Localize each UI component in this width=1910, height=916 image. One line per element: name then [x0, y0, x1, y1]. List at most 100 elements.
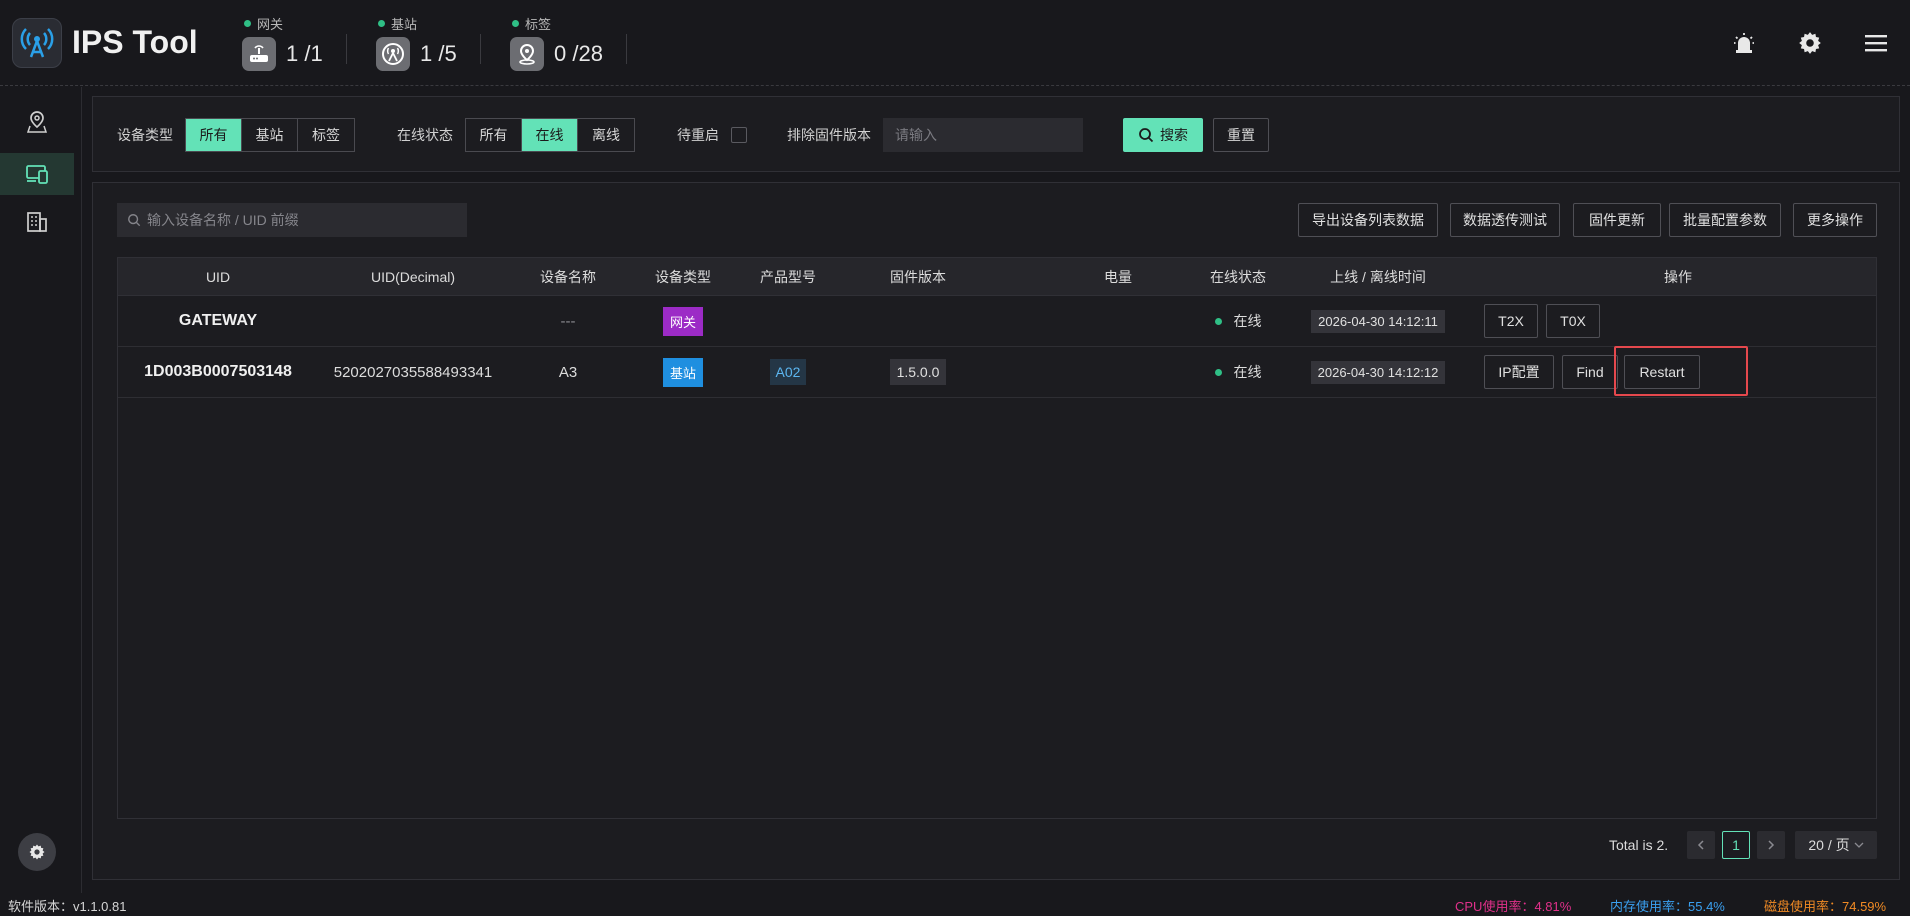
router-icon [242, 37, 276, 71]
cell-time: 2026-04-30 14:12:11 [1311, 309, 1445, 333]
col-status[interactable]: 在线状态 [1198, 258, 1278, 296]
search-button-label: 搜索 [1160, 127, 1188, 143]
exclude-fw-label: 排除固件版本 [787, 127, 871, 143]
devices-icon [26, 165, 48, 184]
memory-usage: 内存使用率：55.4% [1610, 899, 1725, 914]
online-offline[interactable]: 离线 [578, 119, 634, 151]
col-uid[interactable]: UID [118, 258, 318, 296]
stat-basestation-label: 基站 [391, 17, 418, 32]
col-actions: 操作 [1664, 269, 1692, 285]
search-button[interactable]: 搜索 [1123, 118, 1203, 152]
prev-page-button[interactable] [1687, 831, 1715, 859]
passthrough-test-button[interactable]: 数据透传测试 [1450, 203, 1560, 237]
online-dot [1214, 317, 1222, 325]
sidebar [0, 87, 82, 893]
online-dot [1214, 368, 1222, 376]
search-icon [128, 214, 141, 227]
sidebar-item-building[interactable] [0, 201, 74, 243]
type-badge-gateway: 网关 [662, 306, 703, 336]
type-badge-basestation: 基站 [662, 357, 703, 387]
app-logo [12, 18, 62, 68]
device-type-basestation[interactable]: 基站 [242, 119, 298, 151]
total-count: Total is 2. [1609, 837, 1669, 853]
alarm-icon[interactable] [1729, 28, 1759, 58]
table-header: UID UID(Decimal) 设备名称 设备类型 产品型号 固件版本 电量 … [118, 258, 1876, 296]
chevron-right-icon [1768, 840, 1775, 850]
reset-button[interactable]: 重置 [1213, 118, 1269, 152]
cell-uid: 1D003B0007503148 [144, 363, 292, 380]
more-actions-button[interactable]: 更多操作 [1793, 203, 1877, 237]
device-type-all[interactable]: 所有 [186, 119, 242, 151]
device-search-input[interactable] [147, 212, 457, 228]
menu-icon[interactable] [1861, 28, 1891, 58]
ip-config-button[interactable]: IP配置 [1484, 355, 1554, 389]
online-status-label: 在线状态 [397, 127, 453, 143]
online-online[interactable]: 在线 [522, 119, 578, 151]
device-panel: 导出设备列表数据 数据透传测试 固件更新 批量配置参数 更多操作 UID UID… [92, 182, 1900, 880]
col-uid-decimal[interactable]: UID(Decimal) [318, 258, 508, 296]
cell-uid-decimal: 5202027035588493341 [333, 363, 493, 381]
device-type-label: 设备类型 [117, 127, 173, 143]
cpu-usage: CPU使用率：4.81% [1455, 899, 1572, 914]
disk-usage: 磁盘使用率：74.59% [1764, 899, 1887, 914]
export-button[interactable]: 导出设备列表数据 [1298, 203, 1438, 237]
page-size-select[interactable]: 20 / 页 [1795, 831, 1877, 859]
col-time[interactable]: 上线 / 离线时间 [1298, 258, 1458, 296]
divider [480, 34, 481, 64]
sidebar-item-map[interactable] [0, 101, 74, 143]
location-pin-icon [510, 37, 544, 71]
status-bar: 软件版本：v1.1.0.81 CPU使用率：4.81% 内存使用率：55.4% … [0, 893, 1910, 916]
status-dot [378, 20, 385, 27]
gear-icon[interactable] [1795, 28, 1825, 58]
building-icon [27, 212, 47, 232]
table-row[interactable]: GATEWAY --- 网关 在线 2026-04-30 14:12:11 T2… [118, 296, 1876, 347]
device-search [117, 203, 467, 237]
batch-config-button[interactable]: 批量配置参数 [1669, 203, 1781, 237]
online-all[interactable]: 所有 [466, 119, 522, 151]
online-status-segment: 所有 在线 离线 [465, 118, 635, 152]
cell-name: A3 [558, 363, 578, 381]
settings-button[interactable] [18, 833, 56, 871]
divider [626, 34, 627, 64]
stat-gateway: 网关 1 /1 [242, 14, 323, 74]
stat-basestation: 基站 1 /5 [376, 14, 457, 74]
exclude-fw-input[interactable] [883, 118, 1083, 152]
t0x-button[interactable]: T0X [1546, 304, 1600, 338]
stat-gateway-label: 网关 [257, 17, 284, 32]
cell-model: A02 [769, 359, 807, 385]
app-header: IPS Tool 网关 1 /1 基站 1 /5 标签 0 /28 [0, 0, 1910, 86]
cell-status: 在线 [1198, 347, 1278, 397]
cell-time: 2026-04-30 14:12:12 [1310, 360, 1446, 384]
col-battery[interactable]: 电量 [1078, 258, 1158, 296]
chevron-down-icon [1854, 842, 1864, 848]
signal-tower-icon [20, 28, 54, 58]
col-model[interactable]: 产品型号 [738, 258, 838, 296]
divider [346, 34, 347, 64]
find-button[interactable]: Find [1562, 355, 1618, 389]
page-size-value: 20 / 页 [1808, 837, 1850, 853]
gear-icon [29, 844, 45, 860]
sidebar-item-devices[interactable] [0, 153, 74, 195]
device-type-tag[interactable]: 标签 [298, 119, 354, 151]
table-row[interactable]: 1D003B0007503148 5202027035588493341 A3 … [118, 346, 1876, 398]
col-name[interactable]: 设备名称 [508, 258, 628, 296]
col-firmware[interactable]: 固件版本 [838, 258, 998, 296]
pending-restart-checkbox[interactable] [731, 127, 747, 143]
next-page-button[interactable] [1757, 831, 1785, 859]
software-version: 软件版本：v1.1.0.81 [8, 899, 127, 914]
page-1-button[interactable]: 1 [1722, 831, 1750, 859]
t2x-button[interactable]: T2X [1484, 304, 1538, 338]
cell-uid-decimal [318, 296, 508, 346]
stat-tag-value: 0 /28 [554, 41, 603, 66]
status-dot [512, 20, 519, 27]
firmware-update-button[interactable]: 固件更新 [1573, 203, 1661, 237]
col-type[interactable]: 设备类型 [628, 258, 738, 296]
stat-gateway-value: 1 /1 [286, 41, 323, 66]
device-table: UID UID(Decimal) 设备名称 设备类型 产品型号 固件版本 电量 … [117, 257, 1877, 819]
cell-name: --- [560, 312, 576, 330]
map-pin-icon [26, 111, 48, 133]
search-icon [1139, 128, 1154, 143]
antenna-icon [376, 37, 410, 71]
cell-status: 在线 [1198, 296, 1278, 346]
stat-basestation-value: 1 /5 [420, 41, 457, 66]
